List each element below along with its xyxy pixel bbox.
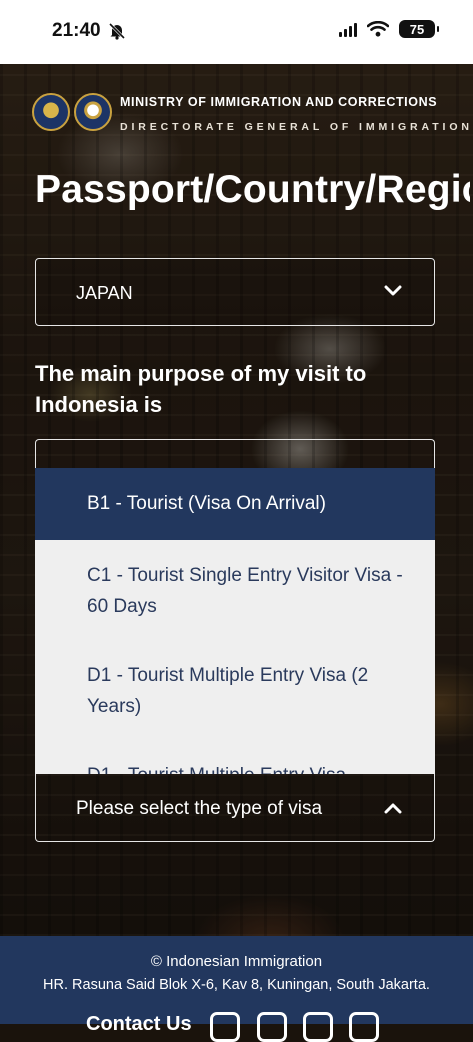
chevron-down-icon xyxy=(384,285,402,296)
status-bar: 21:40 75 xyxy=(0,0,473,64)
purpose-label: The main purpose of my visit to Indonesi… xyxy=(35,361,367,417)
cellular-signal-icon xyxy=(339,21,357,37)
visa-option-d1[interactable]: D1 - Tourist Multiple Entry Visa (2 Year… xyxy=(35,660,435,722)
visa-select-placeholder: Please select the type of visa xyxy=(76,798,323,819)
visa-type-select[interactable]: Please select the type of visa xyxy=(35,774,435,842)
country-select-value: JAPAN xyxy=(76,283,133,303)
instagram-icon[interactable] xyxy=(257,1012,287,1042)
ministry-name: MINISTRY OF IMMIGRATION AND CORRECTIONS xyxy=(120,95,438,109)
footer-copyright: © Indonesian Immigration xyxy=(150,953,323,970)
wifi-icon xyxy=(367,21,389,37)
youtube-icon[interactable] xyxy=(349,1012,379,1042)
status-time: 21:40 xyxy=(52,20,101,41)
page-title: Passport/Country/Region xyxy=(35,168,470,211)
visa-dropdown-list[interactable]: B1 - Tourist (Visa On Arrival) C1 - Tour… xyxy=(35,468,435,774)
footer-contact-label: Contact Us xyxy=(86,1013,192,1035)
country-select[interactable]: JAPAN xyxy=(35,258,435,326)
visa-option-d1-partial[interactable]: D1 - Tourist Multiple Entry Visa xyxy=(35,760,435,774)
silent-bell-icon xyxy=(108,22,126,40)
facebook-icon[interactable] xyxy=(210,1012,240,1042)
visa-option-b1[interactable]: B1 - Tourist (Visa On Arrival) xyxy=(35,468,435,540)
twitter-icon[interactable] xyxy=(303,1012,333,1042)
directorate-name: DIRECTORATE GENERAL OF IMMIGRATION xyxy=(120,121,470,133)
footer: © Indonesian Immigration HR. Rasuna Said… xyxy=(0,936,473,1042)
footer-address: HR. Rasuna Said Blok X-6, Kav 8, Kuninga… xyxy=(43,977,430,993)
chevron-up-icon xyxy=(384,803,402,814)
visa-option-c1[interactable]: C1 - Tourist Single Entry Visitor Visa -… xyxy=(35,560,435,622)
battery-icon: 75 xyxy=(399,20,439,38)
header-clip: MINISTRY OF IMMIGRATION AND CORRECTIONS … xyxy=(0,64,470,264)
